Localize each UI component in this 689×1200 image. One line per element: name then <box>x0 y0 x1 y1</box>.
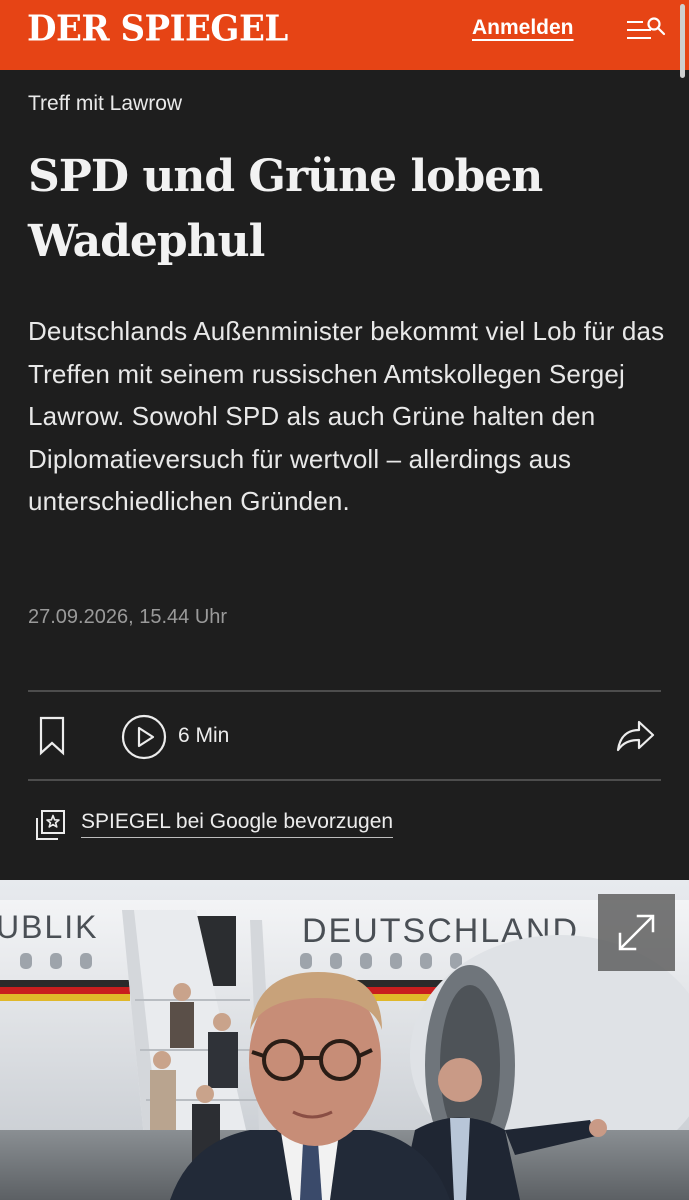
scrollbar-thumb[interactable] <box>680 4 685 78</box>
search-icon <box>647 17 666 36</box>
hero-image[interactable]: UBLIK DEUTSCHLAND <box>0 880 689 1200</box>
google-preference-link[interactable]: SPIEGEL bei Google bevorzugen <box>81 810 394 838</box>
spiegel-logo[interactable]: DER SPIEGEL <box>27 8 288 50</box>
play-icon[interactable] <box>121 714 167 760</box>
audio-duration[interactable]: 6 Min <box>178 724 229 748</box>
site-header: DER SPIEGEL Anmelden <box>0 0 689 70</box>
bookmark-icon[interactable] <box>38 716 66 756</box>
hero-photo-illustration: UBLIK DEUTSCHLAND <box>0 880 689 1200</box>
article-title: SPD und Grüne loben Wadephul <box>28 151 543 267</box>
google-star-icon[interactable] <box>33 808 67 842</box>
publish-date: 27.09.2026, 15.44 Uhr <box>28 606 228 628</box>
article-teaser: Deutschlands Außenminister bekommt viel … <box>28 316 665 516</box>
login-link[interactable]: Anmelden <box>472 16 574 40</box>
divider-bottom <box>28 779 661 781</box>
menu-icon <box>627 21 651 39</box>
menu-search-button[interactable] <box>626 16 668 44</box>
plane-lettering-left: UBLIK <box>0 909 98 945</box>
expand-icon[interactable] <box>598 894 675 971</box>
divider-top <box>28 690 661 692</box>
article-kicker: Treff mit Lawrow <box>28 92 183 115</box>
share-icon[interactable] <box>614 716 656 756</box>
